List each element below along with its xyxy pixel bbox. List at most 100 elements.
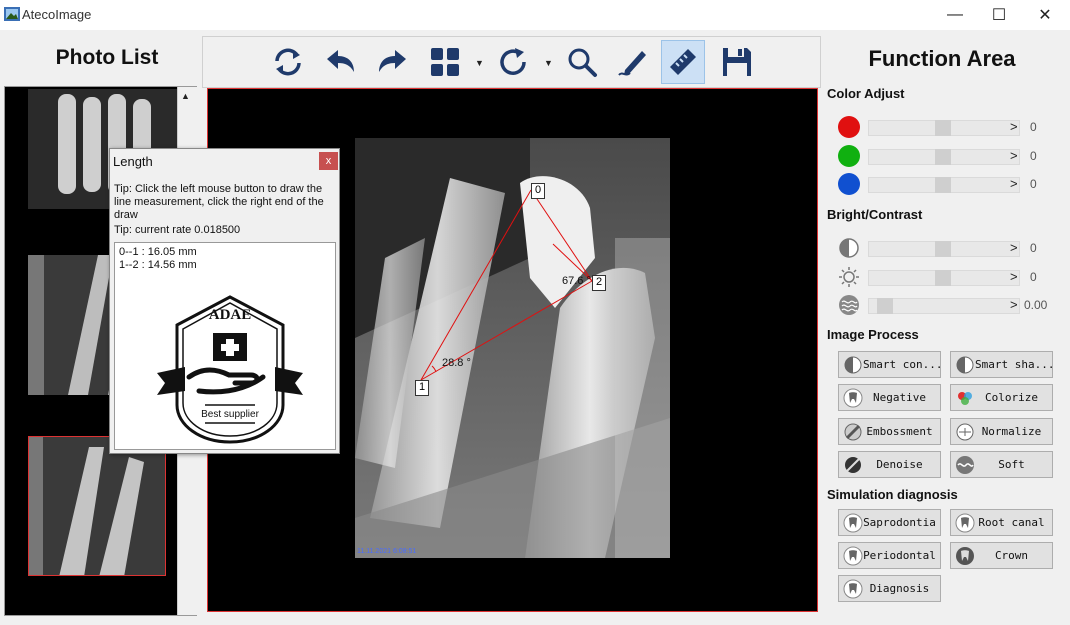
layout-grid-icon	[431, 48, 459, 76]
green-slider[interactable]	[868, 149, 1020, 165]
contrast-slider-row: < > 0	[838, 237, 1068, 259]
logo-title: ADAE	[208, 307, 252, 323]
angle-label-1: 28.8 °	[442, 357, 471, 369]
length-dialog[interactable]: Length x Tip: Click the left mouse butto…	[109, 148, 340, 454]
title-bar: AtecoImage — ☐ ✕	[0, 0, 1070, 30]
red-slider[interactable]	[868, 120, 1020, 136]
contrast-icon	[844, 356, 862, 373]
button-label: Denoise	[876, 458, 923, 471]
button-label: Colorize	[985, 391, 1038, 404]
red-value: 0	[1030, 120, 1037, 134]
brightness-value: 0	[1030, 270, 1037, 284]
slider-thumb[interactable]	[935, 149, 951, 165]
undo-icon	[327, 50, 354, 72]
angle-label-2: 67.6 °	[562, 275, 591, 287]
denoise-icon	[845, 456, 861, 473]
rotate-button[interactable]	[492, 40, 536, 84]
slider-right-arrow[interactable]: >	[1010, 148, 1018, 163]
denoise-button[interactable]: Denoise	[838, 451, 941, 478]
color-adjust-title: Color Adjust	[827, 86, 905, 101]
tooth-icon	[843, 513, 863, 532]
photo-thumbnail-selected[interactable]	[28, 436, 166, 576]
blue-slider[interactable]	[868, 177, 1020, 193]
minimize-button[interactable]: —	[932, 0, 978, 30]
xray-image[interactable]: 11.11.2021 6:08:51	[355, 138, 670, 558]
dialog-title: Length	[113, 154, 153, 169]
colorize-icon	[958, 391, 972, 405]
contrast-value: 0	[1030, 241, 1037, 255]
xray-timestamp: 11.11.2021 6:08:51	[357, 548, 417, 555]
crown-tooth-icon	[956, 546, 974, 565]
brightness-icon	[839, 267, 859, 287]
blue-slider-row: < > 0	[838, 173, 1068, 195]
blue-color-icon	[838, 173, 860, 195]
diagnosis-button[interactable]: Diagnosis	[838, 575, 941, 602]
undo-button[interactable]	[319, 40, 363, 84]
pen-icon	[618, 51, 646, 76]
point-label-0[interactable]: 0	[531, 183, 545, 199]
saprodontia-button[interactable]: Saprodontia	[838, 509, 941, 536]
negative-button[interactable]: Negative	[838, 384, 941, 411]
root-canal-button[interactable]: Root canal	[950, 509, 1053, 536]
slider-thumb[interactable]	[935, 120, 951, 136]
maximize-button[interactable]: ☐	[976, 0, 1022, 30]
button-label: Root canal	[978, 516, 1045, 529]
slider-right-arrow[interactable]: >	[1010, 269, 1018, 284]
refresh-button[interactable]	[266, 40, 310, 84]
embossment-button[interactable]: Embossment	[838, 418, 941, 445]
smart-contrast-button[interactable]: Smart con...	[838, 351, 941, 378]
gamma-slider[interactable]	[868, 298, 1020, 314]
redo-button[interactable]	[370, 40, 414, 84]
red-color-icon	[838, 116, 860, 138]
slider-right-arrow[interactable]: >	[1010, 176, 1018, 191]
colorize-button[interactable]: Colorize	[950, 384, 1053, 411]
gamma-value: 0.00	[1024, 298, 1048, 312]
function-area-title: Function Area	[868, 46, 1016, 71]
button-label: Normalize	[981, 425, 1042, 438]
measurement-list[interactable]: 0--1 : 16.05 mm 1--2 : 14.56 mm ADAE Bes…	[114, 242, 336, 450]
xray-thumb-image	[29, 437, 165, 575]
slider-right-arrow[interactable]: >	[1010, 119, 1018, 134]
brightness-slider[interactable]	[868, 270, 1020, 286]
slider-right-arrow[interactable]: >	[1010, 240, 1018, 255]
slider-thumb[interactable]	[935, 241, 951, 257]
button-label: Saprodontia	[863, 516, 936, 529]
dialog-close-button[interactable]: x	[319, 152, 338, 170]
rotate-dropdown-icon[interactable]: ▼	[544, 58, 553, 68]
periodontal-button[interactable]: Periodontal	[838, 542, 941, 569]
layout-button[interactable]	[423, 40, 467, 84]
slider-thumb[interactable]	[935, 270, 951, 286]
contrast-slider[interactable]	[868, 241, 1020, 257]
smart-sharpen-button[interactable]: Smart sha...	[950, 351, 1053, 378]
contrast-icon	[839, 238, 859, 258]
crown-button[interactable]: Crown	[950, 542, 1053, 569]
app-icon	[4, 7, 20, 21]
point-label-1[interactable]: 1	[415, 380, 429, 396]
ruler-button[interactable]	[661, 40, 705, 84]
close-window-button[interactable]: ✕	[1022, 0, 1068, 30]
scroll-up-icon[interactable]: ▲	[181, 91, 190, 101]
soft-button[interactable]: Soft	[950, 451, 1053, 478]
button-label: Embossment	[866, 425, 933, 438]
layout-dropdown-icon[interactable]: ▼	[475, 58, 484, 68]
draw-button[interactable]	[611, 40, 655, 84]
zoom-button[interactable]	[560, 40, 604, 84]
zoom-icon	[568, 48, 597, 77]
slider-right-arrow[interactable]: >	[1010, 297, 1018, 312]
measurement-item[interactable]: 1--2 : 14.56 mm	[119, 259, 197, 271]
slider-thumb[interactable]	[935, 177, 951, 193]
green-value: 0	[1030, 149, 1037, 163]
photo-list-title: Photo List	[55, 46, 159, 69]
simulation-diagnosis-title: Simulation diagnosis	[827, 487, 958, 502]
save-button[interactable]	[715, 40, 759, 84]
button-label: Diagnosis	[869, 582, 930, 595]
point-label-2[interactable]: 2	[592, 275, 606, 291]
normalize-button[interactable]: Normalize	[950, 418, 1053, 445]
window-title: AtecoImage	[22, 7, 92, 22]
save-icon	[723, 48, 751, 76]
button-label: Negative	[873, 391, 926, 404]
xray-image-graphic	[355, 138, 670, 558]
button-label: Periodontal	[863, 549, 936, 562]
slider-thumb[interactable]	[877, 298, 893, 314]
measurement-item[interactable]: 0--1 : 16.05 mm	[119, 246, 197, 258]
